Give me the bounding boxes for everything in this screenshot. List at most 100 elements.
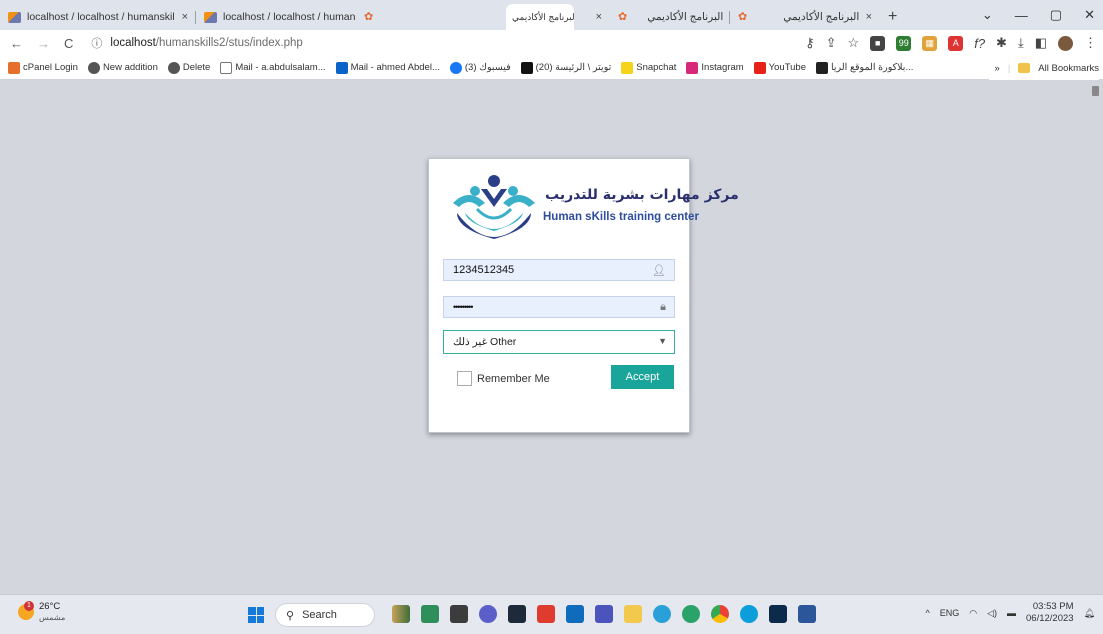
maximize-button[interactable]: ▢ [1050,7,1062,23]
bookmark-item[interactable]: New addition [87,61,158,74]
bookmark-item[interactable]: (20) تويتر \ الرئيسة [520,61,611,74]
whatsapp-icon[interactable] [682,605,700,623]
edge-icon[interactable] [740,605,758,623]
bookmark-item[interactable]: (3) فيسبوك [449,61,511,74]
chat-icon[interactable] [479,605,497,623]
bookmark-label: Mail - ahmed Abdel... [350,62,440,73]
side-panel-icon[interactable]: ◧ [1035,35,1047,51]
bookmark-item[interactable]: cPanel Login [8,61,78,74]
tray-overflow-icon[interactable]: ^ [925,608,929,618]
puzzle-extensions-icon[interactable]: ✱ [996,35,1007,51]
cpanel-icon [8,61,20,74]
formula-extension-icon[interactable]: f? [974,36,985,51]
outlook-icon[interactable] [566,605,584,623]
logo-arabic-text: مركز مهارات بشرية للتدريب [545,187,739,203]
clock-time: 03:53 PM [1032,601,1074,612]
tab-localhost-2[interactable]: localhost / localhost / humanskil × [196,4,356,30]
bookmark-label: بلاكورة الموقع الريا... [831,62,914,73]
app-icon[interactable] [537,605,555,623]
bookmark-item[interactable]: Mail - a.abdulsalam... [220,61,326,74]
page-icon [220,61,233,74]
chrome-icon[interactable] [711,605,729,623]
star-bookmark-icon[interactable]: ☆ [848,35,860,51]
snapchat-icon [621,61,634,74]
bookmark-item[interactable]: Delete [167,61,210,74]
url-field[interactable]: ⓘ localhost /humanskills2/stus/index.php [91,32,302,54]
app-icon[interactable] [421,605,439,623]
remember-me-checkbox[interactable] [457,371,472,386]
folder-icon[interactable] [624,605,642,623]
menu-icon[interactable]: ⋮ [1084,35,1097,51]
x-twitter-icon [520,61,533,74]
tab-search-icon[interactable]: ⌄ [982,7,993,23]
photoshop-icon[interactable] [769,605,787,623]
site-info-icon[interactable]: ⓘ [91,35,102,51]
download-icon[interactable]: ⤓ [1018,35,1024,51]
profile-avatar-icon[interactable] [1058,35,1073,51]
lock-icon [1092,86,1099,96]
username-field[interactable]: 1234512345 👤︎ [443,259,675,281]
category-select[interactable]: غير ذلك Other ▼ [443,330,675,354]
tab-localhost-1[interactable]: localhost / localhost / humanskil × [0,4,196,30]
bookmark-item[interactable]: YouTube [753,61,806,74]
key-icon[interactable]: ⚷ [805,35,815,51]
globe-icon [167,61,180,74]
extensions-bar: ⚷ ⇪ ☆ ■ 99 ▦ A f? ✱ ⤓ ◧ ⋮ [805,30,1097,56]
battery-icon[interactable]: ▬ [1007,608,1016,618]
flower-icon: ✿ [738,10,748,23]
windows-start-icon[interactable] [248,607,264,623]
wifi-icon[interactable]: ◠ [969,608,977,619]
url-path: /humanskills2/stus/index.php [155,37,303,49]
tab-title: البرنامج الأكاديمي [647,11,724,23]
app-icon[interactable] [508,605,526,623]
app-icon[interactable] [392,605,410,623]
more-bookmarks-button[interactable]: » [995,63,1000,74]
bookmark-item[interactable]: Mail - ahmed Abdel... [335,61,440,74]
facebook-icon [449,61,462,74]
clock[interactable]: 03:53 PM 06/12/2023 [1026,601,1074,625]
weather-text: مشمس [39,613,66,622]
bookmark-label: New addition [102,62,158,73]
bookmarks-bar: cPanel Login New addition Delete Mail - … [0,56,1103,80]
weather-widget[interactable]: 1 26°C مشمس [18,601,65,623]
close-window-button[interactable]: ✕ [1084,7,1095,23]
tab-academic-3[interactable]: ✿ البرنامج الأكاديمي × [730,4,880,30]
bookmark-item[interactable]: بلاكورة الموقع الريا... [816,61,914,74]
word-icon[interactable] [798,605,816,623]
password-field[interactable]: ••••••••• 🔒︎ [443,296,675,318]
instagram-icon [686,61,699,74]
extension-icon[interactable]: ▦ [922,35,938,51]
language-indicator[interactable]: ENG [940,608,960,618]
extension-icon[interactable]: ■ [870,35,886,51]
tab-academic-active[interactable]: البرنامج الأكاديمي [506,4,574,30]
notification-bell-icon[interactable]: 🔔︎ [1084,608,1095,619]
reload-button[interactable]: C [64,36,73,51]
taskbar-search[interactable]: ⚲ Search [275,603,375,627]
close-tab-icon[interactable]: × [860,11,872,23]
back-button[interactable]: ← [10,36,23,51]
forward-button[interactable]: → [37,36,50,51]
tab-title: localhost / localhost / humanskil [27,11,175,23]
file-explorer-icon[interactable] [450,605,468,623]
all-bookmarks-button[interactable]: All Bookmarks [1038,63,1099,74]
taskbar: 1 26°C مشمس ⚲ Search ^ ENG ◠ ◁) ▬ 03:53 … [0,594,1103,634]
tab-flower-inactive[interactable]: ✿ [356,4,506,30]
accept-button[interactable]: Accept [611,365,674,389]
share-icon[interactable]: ⇪ [826,35,837,51]
bookmark-item[interactable]: Instagram [686,61,744,74]
pdf-extension-icon[interactable]: A [948,35,964,51]
new-tab-button[interactable]: + [888,4,897,30]
minimize-button[interactable]: — [1015,8,1028,23]
telegram-icon[interactable] [653,605,671,623]
volume-icon[interactable]: ◁) [987,608,997,619]
bookmark-item[interactable]: Snapchat [621,61,676,74]
folder-icon [1018,63,1031,73]
url-host: localhost [110,37,156,49]
close-tab-icon[interactable]: × [176,11,188,23]
teams-icon[interactable] [595,605,613,623]
tab-academic-2[interactable]: ✿ البرنامج الأكاديمي × [610,4,730,30]
extension-badge-icon[interactable]: 99 [896,35,912,51]
tab-close-active[interactable]: × [574,4,610,30]
user-icon: 👤︎ [652,265,666,277]
close-tab-icon[interactable]: × [590,11,602,23]
